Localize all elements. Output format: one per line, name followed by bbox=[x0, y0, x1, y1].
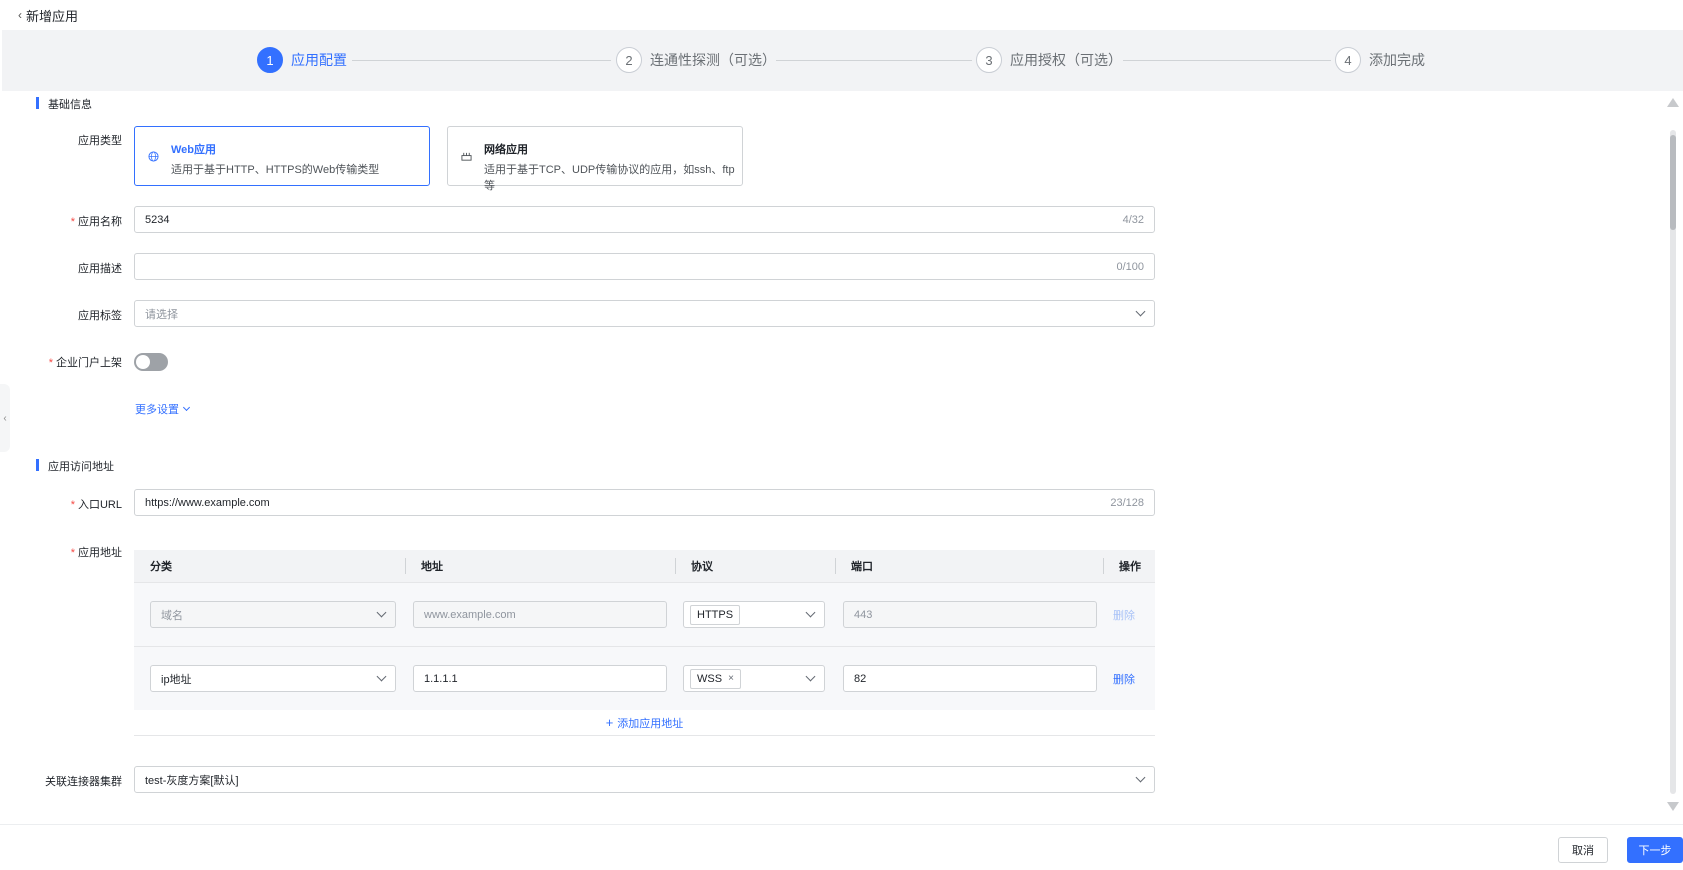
table-header: 分类 地址 协议 端口 操作 bbox=[134, 550, 1155, 582]
column-header: 地址 bbox=[421, 561, 443, 573]
step-number: 1 bbox=[257, 47, 283, 73]
address-input[interactable]: 1.1.1.1 bbox=[413, 665, 667, 692]
select-value: 域名 bbox=[161, 609, 183, 622]
portal-toggle[interactable] bbox=[134, 353, 168, 371]
globe-icon bbox=[148, 151, 159, 162]
port-input[interactable]: 443 bbox=[843, 601, 1097, 628]
step-number: 3 bbox=[976, 47, 1002, 73]
select-placeholder: 请选择 bbox=[145, 308, 178, 321]
section-title-basic: 基础信息 bbox=[36, 96, 92, 112]
page-title: 新增应用 bbox=[26, 8, 79, 24]
input-value: 82 bbox=[854, 672, 867, 685]
chevron-down-icon bbox=[805, 607, 816, 618]
protocol-select[interactable]: HTTPS bbox=[683, 601, 825, 628]
step-connector bbox=[776, 60, 972, 61]
select-value: test-灰度方案[默认] bbox=[145, 774, 239, 787]
column-header: 协议 bbox=[691, 561, 713, 573]
cancel-button[interactable]: 取消 bbox=[1558, 837, 1608, 863]
protocol-select[interactable]: WSS × bbox=[683, 665, 825, 692]
app-type-card-network[interactable]: 网络应用 适用于基于TCP、UDP传输协议的应用，如ssh、ftp等 bbox=[447, 126, 743, 192]
app-type-card-web[interactable]: Web应用 适用于基于HTTP、HTTPS的Web传输类型 bbox=[134, 126, 430, 186]
step-number: 2 bbox=[616, 47, 642, 73]
port-input[interactable]: 82 bbox=[843, 665, 1097, 692]
select-value: ip地址 bbox=[161, 673, 192, 686]
back-button[interactable]: ‹ 新增应用 bbox=[18, 6, 78, 25]
entry-url-label: * 入口URL bbox=[70, 499, 122, 511]
column-header: 端口 bbox=[851, 561, 873, 573]
button-label: 添加应用地址 bbox=[617, 717, 684, 730]
sidebar-collapse-toggle[interactable]: ‹ bbox=[0, 384, 10, 452]
app-name-label: * 应用名称 bbox=[70, 216, 122, 228]
scroll-up-arrow[interactable] bbox=[1667, 98, 1679, 107]
step-label: 添加完成 bbox=[1369, 52, 1425, 68]
step-label: 应用配置 bbox=[291, 52, 347, 68]
table-row: 域名 www.example.com HTTPS 443 删除 bbox=[134, 582, 1155, 646]
input-value: 443 bbox=[854, 608, 873, 621]
chevron-left-icon: ‹ bbox=[18, 8, 22, 22]
char-counter: 4/32 bbox=[1122, 213, 1144, 226]
step-connector bbox=[1123, 60, 1331, 61]
card-desc: 适用于基于HTTP、HTTPS的Web传输类型 bbox=[171, 164, 380, 176]
link-label: 更多设置 bbox=[135, 404, 179, 416]
step-3: 3 应用授权（可选） bbox=[976, 47, 1122, 73]
portal-label: * 企业门户上架 bbox=[48, 357, 122, 369]
column-header: 分类 bbox=[150, 561, 172, 573]
step-connector bbox=[352, 60, 611, 61]
close-icon[interactable]: × bbox=[728, 673, 734, 684]
app-tag-select[interactable]: 请选择 bbox=[134, 300, 1155, 327]
app-desc-input[interactable]: 0/100 bbox=[134, 253, 1155, 280]
delete-row-button[interactable]: 删除 bbox=[1113, 607, 1135, 623]
chevron-down-icon bbox=[376, 671, 387, 682]
input-value: 5234 bbox=[145, 213, 170, 226]
card-title: 网络应用 bbox=[484, 144, 528, 156]
cluster-label: 关联连接器集群 bbox=[45, 776, 122, 788]
section-title-access: 应用访问地址 bbox=[36, 458, 114, 474]
step-4: 4 添加完成 bbox=[1335, 47, 1425, 73]
cluster-select[interactable]: test-灰度方案[默认] bbox=[134, 766, 1155, 793]
chevron-down-icon bbox=[1135, 306, 1146, 317]
step-label: 应用授权（可选） bbox=[1010, 52, 1122, 68]
network-icon bbox=[461, 152, 472, 161]
scrollbar-thumb[interactable] bbox=[1670, 135, 1676, 230]
category-select[interactable]: ip地址 bbox=[150, 665, 396, 692]
app-tag-label: 应用标签 bbox=[78, 310, 122, 322]
next-step-button[interactable]: 下一步 bbox=[1627, 837, 1683, 863]
chevron-down-icon bbox=[1135, 772, 1146, 783]
char-counter: 0/100 bbox=[1116, 260, 1144, 273]
address-input[interactable]: www.example.com bbox=[413, 601, 667, 628]
stepper: 1 应用配置 2 连通性探测（可选） 3 应用授权（可选） 4 添加完成 bbox=[2, 30, 1683, 91]
char-counter: 23/128 bbox=[1110, 496, 1144, 509]
plus-icon: + bbox=[605, 715, 614, 730]
table-row: ip地址 1.1.1.1 WSS × 82 删除 bbox=[134, 646, 1155, 710]
chevron-down-icon bbox=[805, 671, 816, 682]
chevron-left-icon: ‹ bbox=[3, 412, 7, 424]
chevron-down-icon bbox=[182, 403, 191, 412]
protocol-tag: HTTPS bbox=[690, 604, 741, 625]
app-desc-label: 应用描述 bbox=[78, 263, 122, 275]
column-header: 操作 bbox=[1119, 561, 1141, 573]
step-label: 连通性探测（可选） bbox=[650, 52, 776, 68]
step-number: 4 bbox=[1335, 47, 1361, 73]
card-title: Web应用 bbox=[171, 144, 217, 156]
protocol-tag: WSS × bbox=[690, 668, 741, 689]
chevron-down-icon bbox=[376, 607, 387, 618]
top-bar: ‹ 新增应用 bbox=[0, 0, 1683, 30]
step-2: 2 连通性探测（可选） bbox=[616, 47, 776, 73]
address-table: 分类 地址 协议 端口 操作 域名 www.example.com HTTPS … bbox=[134, 550, 1155, 736]
app-type-label: 应用类型 bbox=[78, 135, 122, 147]
app-name-input[interactable]: 5234 4/32 bbox=[134, 206, 1155, 233]
footer-bar: 取消 下一步 bbox=[0, 824, 1683, 870]
add-address-button[interactable]: + 添加应用地址 bbox=[134, 710, 1155, 736]
input-value: https://www.example.com bbox=[145, 496, 270, 509]
app-address-label: * 应用地址 bbox=[70, 547, 122, 559]
delete-row-button[interactable]: 删除 bbox=[1113, 671, 1135, 687]
entry-url-input[interactable]: https://www.example.com 23/128 bbox=[134, 489, 1155, 516]
category-select[interactable]: 域名 bbox=[150, 601, 396, 628]
scroll-down-arrow[interactable] bbox=[1667, 802, 1679, 811]
step-1: 1 应用配置 bbox=[257, 47, 347, 73]
more-settings-link[interactable]: 更多设置 bbox=[135, 401, 191, 417]
input-value: 1.1.1.1 bbox=[424, 672, 458, 685]
card-desc: 适用于基于TCP、UDP传输协议的应用，如ssh、ftp等 bbox=[484, 164, 735, 192]
input-value: www.example.com bbox=[424, 608, 516, 621]
